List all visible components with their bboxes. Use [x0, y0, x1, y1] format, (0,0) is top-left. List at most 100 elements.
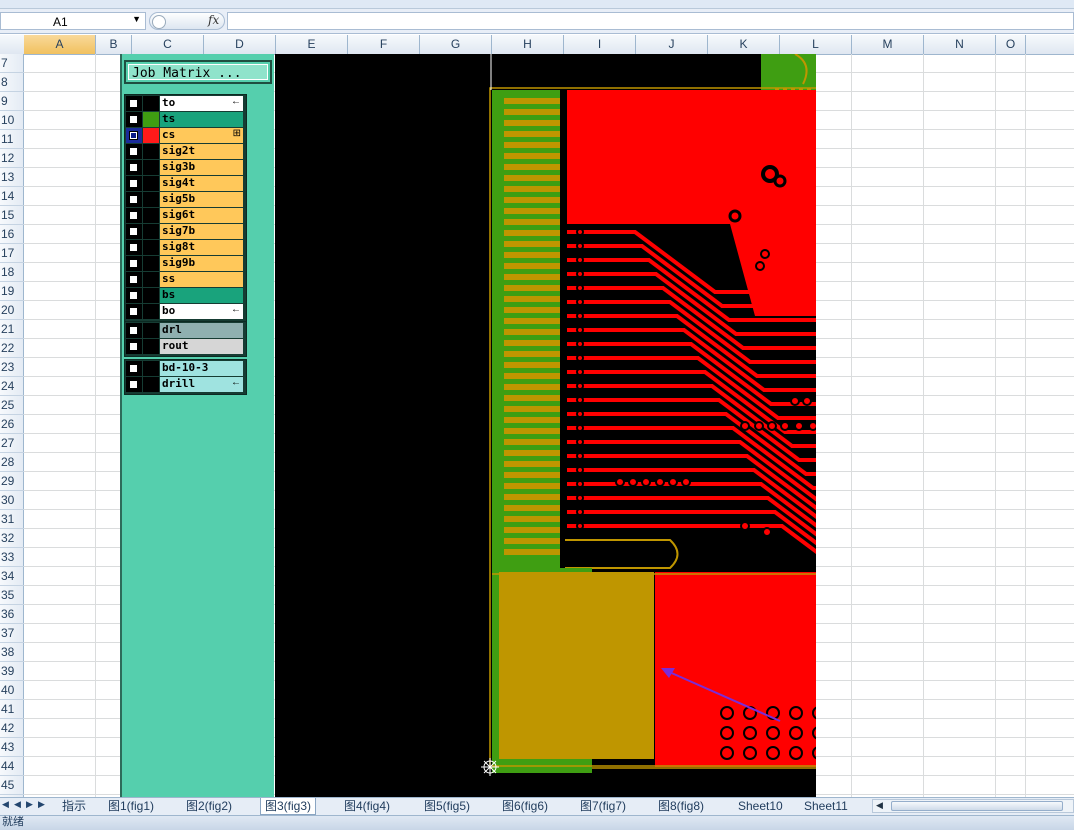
- layer-checkbox[interactable]: [129, 259, 138, 268]
- row-header[interactable]: 43: [0, 738, 24, 757]
- layer-checkbox[interactable]: [129, 179, 138, 188]
- scroll-left-icon[interactable]: ◀: [876, 800, 883, 811]
- sheet-tab[interactable]: 图2(fig2): [182, 798, 236, 815]
- row-header[interactable]: 32: [0, 529, 24, 548]
- layer-name[interactable]: rout: [160, 339, 243, 354]
- layer-row-bs[interactable]: bs: [126, 288, 244, 303]
- layer-checkbox[interactable]: [129, 342, 138, 351]
- scrollbar-thumb[interactable]: [891, 801, 1063, 811]
- column-header-l[interactable]: L: [780, 35, 852, 54]
- layer-checkbox[interactable]: [129, 131, 138, 140]
- layer-name[interactable]: sig7b: [160, 224, 243, 239]
- layer-checkbox[interactable]: [129, 195, 138, 204]
- row-header[interactable]: 8: [0, 73, 24, 92]
- insert-function-button[interactable]: fx: [149, 12, 225, 30]
- sheet-tab[interactable]: 指示: [58, 798, 90, 815]
- layer-row-sig2t[interactable]: sig2t: [126, 144, 244, 159]
- layer-color-swatch[interactable]: [143, 192, 159, 207]
- layer-row-sig3b[interactable]: sig3b: [126, 160, 244, 175]
- layer-name[interactable]: sig6t: [160, 208, 243, 223]
- layer-row-sig8t[interactable]: sig8t: [126, 240, 244, 255]
- layer-checkbox[interactable]: [129, 227, 138, 236]
- column-header-g[interactable]: G: [420, 35, 492, 54]
- row-header[interactable]: 38: [0, 643, 24, 662]
- column-header-f[interactable]: F: [348, 35, 420, 54]
- layer-checkbox[interactable]: [129, 115, 138, 124]
- column-header-d[interactable]: D: [204, 35, 276, 54]
- layer-row-sig9b[interactable]: sig9b: [126, 256, 244, 271]
- name-box[interactable]: A1 ▼: [0, 12, 146, 30]
- layer-row-sig6t[interactable]: sig6t: [126, 208, 244, 223]
- layer-checkbox[interactable]: [129, 211, 138, 220]
- layer-checkbox[interactable]: [129, 291, 138, 300]
- sheet-tab[interactable]: 图8(fig8): [654, 798, 708, 815]
- row-header[interactable]: 17: [0, 244, 24, 263]
- layer-color-swatch[interactable]: [143, 339, 159, 354]
- layer-color-swatch[interactable]: [143, 304, 159, 319]
- layer-color-swatch[interactable]: [143, 224, 159, 239]
- layer-row-ts[interactable]: ts: [126, 112, 244, 127]
- layer-color-swatch[interactable]: [143, 288, 159, 303]
- layer-name[interactable]: sig5b: [160, 192, 243, 207]
- column-header-e[interactable]: E: [276, 35, 348, 54]
- row-header[interactable]: 16: [0, 225, 24, 244]
- layer-color-swatch[interactable]: [143, 160, 159, 175]
- row-header[interactable]: 34: [0, 567, 24, 586]
- layer-color-swatch[interactable]: [143, 208, 159, 223]
- layer-checkbox[interactable]: [129, 99, 138, 108]
- column-header-n[interactable]: N: [924, 35, 996, 54]
- layer-checkbox[interactable]: [129, 326, 138, 335]
- layer-row-to[interactable]: to ←: [126, 96, 244, 111]
- sheet-tab[interactable]: 图6(fig6): [498, 798, 552, 815]
- row-header[interactable]: 21: [0, 320, 24, 339]
- chevron-down-icon[interactable]: ▼: [132, 14, 141, 24]
- layer-row-ss[interactable]: ss: [126, 272, 244, 287]
- layer-row-sig4t[interactable]: sig4t: [126, 176, 244, 191]
- first-sheet-icon[interactable]: ◀: [2, 799, 9, 810]
- layer-name[interactable]: bs: [160, 288, 243, 303]
- row-header[interactable]: 20: [0, 301, 24, 320]
- column-header-o[interactable]: O: [996, 35, 1026, 54]
- layer-name[interactable]: ts: [160, 112, 243, 127]
- row-header[interactable]: 25: [0, 396, 24, 415]
- layer-color-swatch[interactable]: [143, 128, 159, 143]
- row-header[interactable]: 30: [0, 491, 24, 510]
- prev-sheet-icon[interactable]: ◀: [14, 799, 21, 810]
- layer-name[interactable]: sig8t: [160, 240, 243, 255]
- layer-checkbox[interactable]: [129, 307, 138, 316]
- row-header[interactable]: 29: [0, 472, 24, 491]
- column-header-c[interactable]: C: [132, 35, 204, 54]
- row-header[interactable]: 9: [0, 92, 24, 111]
- row-header[interactable]: 41: [0, 700, 24, 719]
- sheet-tab[interactable]: 图3(fig3): [260, 798, 317, 815]
- layer-checkbox[interactable]: [129, 364, 138, 373]
- column-header-i[interactable]: I: [564, 35, 636, 54]
- sheet-tab[interactable]: 图4(fig4): [340, 798, 394, 815]
- row-header[interactable]: 39: [0, 662, 24, 681]
- next-sheet-icon[interactable]: ▶: [26, 799, 33, 810]
- row-header[interactable]: 45: [0, 776, 24, 795]
- row-header[interactable]: 10: [0, 111, 24, 130]
- layer-checkbox[interactable]: [129, 243, 138, 252]
- layer-name[interactable]: ss: [160, 272, 243, 287]
- layer-name[interactable]: sig9b: [160, 256, 243, 271]
- row-header[interactable]: 27: [0, 434, 24, 453]
- column-header-b[interactable]: B: [96, 35, 132, 54]
- horizontal-scrollbar[interactable]: ◀: [872, 799, 1074, 813]
- job-matrix-title-button[interactable]: Job Matrix ...: [124, 60, 272, 84]
- row-header[interactable]: 23: [0, 358, 24, 377]
- row-header[interactable]: 24: [0, 377, 24, 396]
- layer-color-swatch[interactable]: [143, 323, 159, 338]
- layer-color-swatch[interactable]: [143, 377, 159, 392]
- layer-name[interactable]: drl: [160, 323, 243, 338]
- layer-color-swatch[interactable]: [143, 112, 159, 127]
- layer-row-bo[interactable]: bo ←: [126, 304, 244, 319]
- layer-name[interactable]: sig3b: [160, 160, 243, 175]
- column-header-j[interactable]: J: [636, 35, 708, 54]
- row-header[interactable]: 15: [0, 206, 24, 225]
- layer-color-swatch[interactable]: [143, 272, 159, 287]
- row-header[interactable]: 31: [0, 510, 24, 529]
- row-header[interactable]: 44: [0, 757, 24, 776]
- column-header-m[interactable]: M: [852, 35, 924, 54]
- row-header[interactable]: 36: [0, 605, 24, 624]
